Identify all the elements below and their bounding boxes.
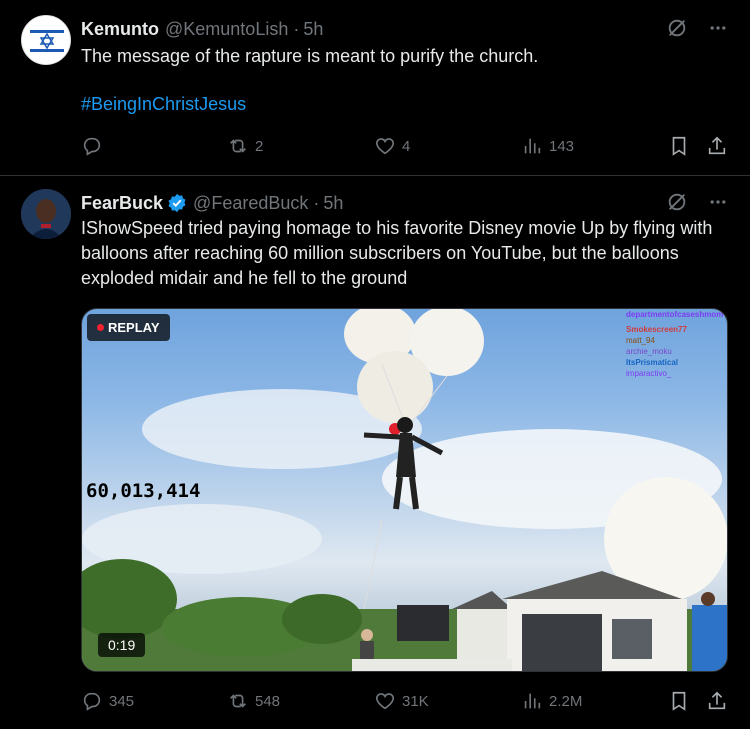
views-button[interactable]: 143 xyxy=(521,135,574,157)
tweet-fearbuck[interactable]: FearBuck @FearedBuck · 5h IShowSpeed tri… xyxy=(0,176,750,729)
video-timestamp: 0:19 xyxy=(98,633,146,657)
heart-icon xyxy=(375,693,395,710)
replay-badge: REPLAY xyxy=(87,314,170,341)
view-count: 143 xyxy=(549,137,575,155)
handle[interactable]: @KemuntoLish xyxy=(165,17,288,41)
repost-icon xyxy=(230,139,246,153)
view-count: 2.2M xyxy=(549,692,583,710)
bookmark-icon xyxy=(672,691,686,711)
dot-separator: · xyxy=(293,19,300,39)
reply-icon xyxy=(83,692,101,711)
live-dot-icon xyxy=(97,324,104,331)
video-player[interactable]: REPLAY departmentofcaseshmom Smokescreen… xyxy=(81,308,728,672)
dot-separator: · xyxy=(313,193,320,213)
more-options-icon[interactable] xyxy=(708,192,728,217)
reply-button[interactable] xyxy=(81,135,109,157)
tweet-kemunto[interactable]: Kemunto @KemuntoLish · 5h The message of… xyxy=(0,0,750,176)
like-button[interactable]: 31K xyxy=(374,690,429,712)
tweet-text: IShowSpeed tried paying homage to his fa… xyxy=(81,218,713,288)
share-icon xyxy=(708,136,726,155)
repost-button[interactable]: 2 xyxy=(227,135,263,157)
chat-line: archie_moku xyxy=(626,347,672,356)
reply-icon xyxy=(83,137,101,156)
hashtag-link[interactable]: #BeingInChristJesus xyxy=(81,94,246,115)
share-icon xyxy=(708,691,726,710)
reply-button[interactable]: 345 xyxy=(81,690,134,712)
repost-icon xyxy=(230,694,246,708)
tweet-text: The message of the rapture is meant to p… xyxy=(81,46,539,66)
repost-count: 2 xyxy=(255,137,264,155)
avatar[interactable] xyxy=(21,189,71,239)
verified-badge-icon xyxy=(167,193,187,213)
avatar[interactable] xyxy=(21,15,71,65)
like-count: 31K xyxy=(402,692,429,710)
share-button[interactable] xyxy=(706,690,728,712)
subscriber-counter: 60,013,414 xyxy=(86,480,201,502)
like-button[interactable]: 4 xyxy=(374,135,410,157)
like-count: 4 xyxy=(402,137,411,155)
reply-count: 345 xyxy=(109,692,135,710)
bookmark-icon xyxy=(672,136,686,156)
chat-line: ItsPrismatical xyxy=(626,358,679,367)
bookmark-button[interactable] xyxy=(668,690,690,712)
repost-button[interactable]: 548 xyxy=(227,690,280,712)
timestamp[interactable]: 5h xyxy=(323,191,343,215)
more-options-icon[interactable] xyxy=(708,18,728,43)
chat-line: matt_94 xyxy=(626,336,655,345)
share-button[interactable] xyxy=(706,135,728,157)
timestamp[interactable]: 5h xyxy=(303,17,323,41)
repost-count: 548 xyxy=(255,692,281,710)
heart-icon xyxy=(375,138,395,155)
bookmark-button[interactable] xyxy=(668,135,690,157)
display-name[interactable]: Kemunto xyxy=(81,17,159,41)
chat-line: imparactivo_ xyxy=(626,369,672,378)
replay-label: REPLAY xyxy=(108,320,160,335)
views-button[interactable]: 2.2M xyxy=(521,690,582,712)
grok-icon[interactable] xyxy=(666,17,688,44)
views-icon xyxy=(524,693,541,709)
chat-line: departmentofcaseshmom xyxy=(626,310,724,319)
chat-line: Smokescreen77 xyxy=(626,325,687,334)
views-icon xyxy=(524,138,541,154)
handle[interactable]: @FearedBuck xyxy=(193,191,308,215)
display-name[interactable]: FearBuck xyxy=(81,191,163,215)
stream-chat-overlay: departmentofcaseshmom Smokescreen77 matt… xyxy=(626,309,723,379)
grok-icon[interactable] xyxy=(666,191,688,218)
